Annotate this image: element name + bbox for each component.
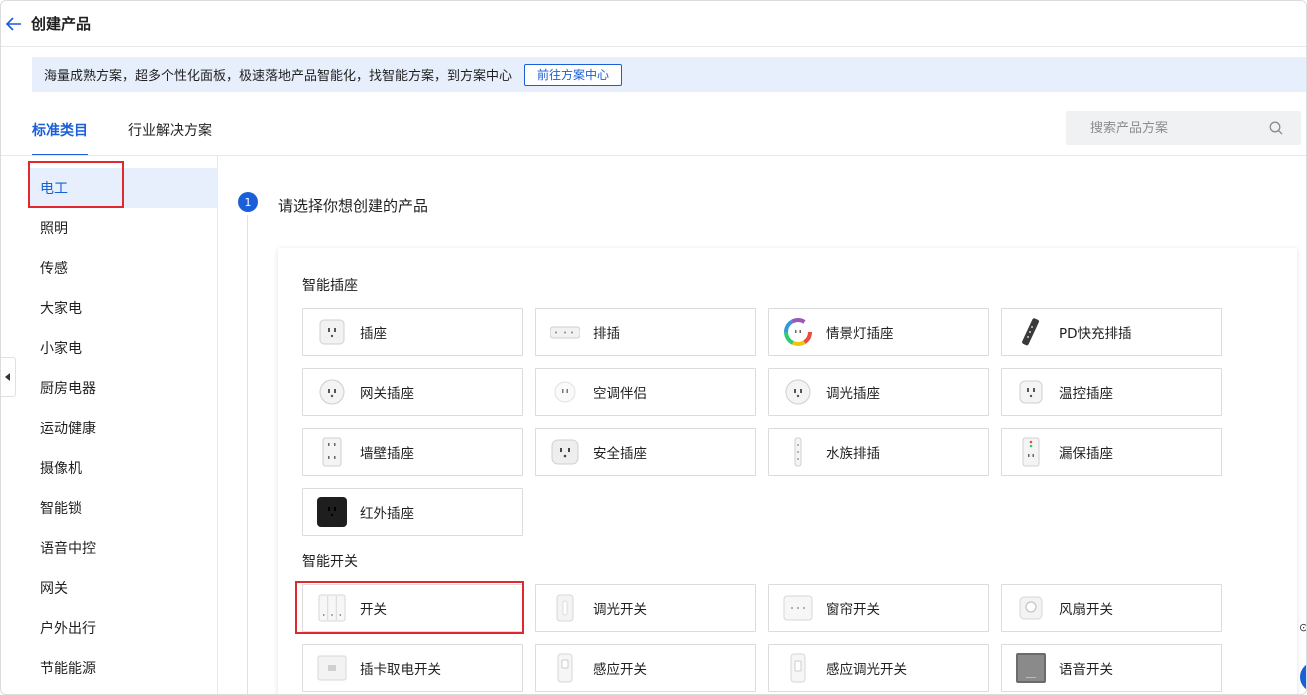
page-title: 创建产品: [31, 15, 92, 33]
product-card[interactable]: 网关插座: [302, 368, 523, 416]
app-window: 创建产品 海量成熟方案，超多个性化面板，极速落地产品智能化，找智能方案，到方案中…: [0, 0, 1307, 695]
product-card[interactable]: 风扇开关: [1001, 584, 1222, 632]
product-label: 感应调光开关: [826, 662, 907, 678]
search-input[interactable]: [1090, 120, 1270, 136]
step-connector-line: [247, 215, 248, 694]
product-label: 感应开关: [593, 662, 647, 678]
page-header: 创建产品: [1, 1, 1306, 47]
product-label: 开关: [360, 602, 387, 618]
collapse-sidebar-handle[interactable]: [1, 357, 16, 397]
product-label: 墙壁插座: [360, 446, 414, 462]
search-icon[interactable]: [1269, 120, 1283, 139]
sensor-switch-icon: [550, 653, 580, 683]
sidebar-item-3[interactable]: 大家电: [28, 288, 218, 328]
tab-standard-category[interactable]: 标准类目: [32, 111, 88, 156]
sidebar-item-5[interactable]: 厨房电器: [28, 368, 218, 408]
banner-text: 海量成熟方案，超多个性化面板，极速落地产品智能化，找智能方案，到方案中心: [44, 69, 513, 84]
sidebar-item-7[interactable]: 摄像机: [28, 448, 218, 488]
pd-strip-icon: [1016, 317, 1046, 347]
sensor-dimmer-icon: [783, 653, 813, 683]
category-tabs: 标准类目 行业解决方案: [32, 111, 252, 156]
ac-companion-icon: [550, 377, 580, 407]
curtain-switch-icon: [783, 593, 813, 623]
product-card[interactable]: PD快充排插: [1001, 308, 1222, 356]
caret-left-icon: [5, 373, 10, 381]
sidebar-item-11[interactable]: 户外出行: [28, 608, 218, 648]
product-label: 语音开关: [1059, 662, 1113, 678]
sidebar-item-6[interactable]: 运动健康: [28, 408, 218, 448]
product-label: 漏保插座: [1059, 446, 1113, 462]
sidebar-item-9[interactable]: 语音中控: [28, 528, 218, 568]
product-label: 情景灯插座: [826, 326, 894, 342]
aqua-strip-icon: [783, 437, 813, 467]
thermo-socket-icon: [1016, 377, 1046, 407]
product-card[interactable]: 温控插座: [1001, 368, 1222, 416]
product-card[interactable]: 插座: [302, 308, 523, 356]
tab-industry-solutions[interactable]: 行业解决方案: [128, 111, 212, 156]
floating-action-button[interactable]: [1300, 662, 1306, 692]
rgb-ring-icon: [783, 317, 813, 347]
product-label: 插座: [360, 326, 387, 342]
product-label: PD快充排插: [1059, 326, 1132, 342]
product-card[interactable]: 调光开关: [535, 584, 756, 632]
solution-banner: 海量成熟方案，超多个性化面板，极速落地产品智能化，找智能方案，到方案中心 前往方…: [32, 57, 1306, 92]
help-icon[interactable]: ⊙: [1299, 621, 1306, 635]
product-card[interactable]: 语音开关: [1001, 644, 1222, 692]
product-card[interactable]: 安全插座: [535, 428, 756, 476]
product-label: 安全插座: [593, 446, 647, 462]
sidebar-item-8[interactable]: 智能锁: [28, 488, 218, 528]
product-card[interactable]: 漏保插座: [1001, 428, 1222, 476]
fan-switch-icon: [1016, 593, 1046, 623]
leak-socket-icon: [1016, 437, 1046, 467]
sidebar-item-12[interactable]: 节能能源: [28, 648, 218, 688]
product-label: 风扇开关: [1059, 602, 1113, 618]
sidebar-item-4[interactable]: 小家电: [28, 328, 218, 368]
product-label: 插卡取电开关: [360, 662, 441, 678]
product-card[interactable]: 水族排插: [768, 428, 989, 476]
round-socket-icon: [317, 377, 347, 407]
voice-switch-icon: [1016, 653, 1046, 683]
product-card[interactable]: 插卡取电开关: [302, 644, 523, 692]
product-card[interactable]: 感应开关: [535, 644, 756, 692]
product-card[interactable]: 开关: [302, 584, 523, 632]
product-card[interactable]: 墙壁插座: [302, 428, 523, 476]
product-card[interactable]: 情景灯插座: [768, 308, 989, 356]
socket-icon: [317, 317, 347, 347]
product-label: 水族排插: [826, 446, 880, 462]
dimmer-switch-icon: [550, 593, 580, 623]
sidebar-item-1[interactable]: 照明: [28, 208, 218, 248]
product-label: 调光开关: [593, 602, 647, 618]
product-card[interactable]: 调光插座: [768, 368, 989, 416]
sidebar-item-10[interactable]: 网关: [28, 568, 218, 608]
product-label: 排插: [593, 326, 620, 342]
product-card[interactable]: 窗帘开关: [768, 584, 989, 632]
step-number-badge: 1: [238, 192, 258, 212]
product-card[interactable]: 空调伴侣: [535, 368, 756, 416]
power-strip-icon: [550, 317, 580, 347]
card-switch-icon: [317, 653, 347, 683]
go-solution-center-button[interactable]: 前往方案中心: [524, 63, 623, 86]
group-title: 智能插座: [302, 278, 358, 294]
product-card[interactable]: 排插: [535, 308, 756, 356]
dimmer-socket-icon: [783, 377, 813, 407]
ir-socket-icon: [317, 497, 347, 527]
product-label: 空调伴侣: [593, 386, 647, 402]
switch-icon: [317, 593, 347, 623]
sidebar-item-0[interactable]: 电工: [28, 168, 218, 208]
product-card[interactable]: 感应调光开关: [768, 644, 989, 692]
step-title: 请选择你想创建的产品: [278, 197, 429, 215]
product-label: 红外插座: [360, 506, 414, 522]
product-label: 调光插座: [826, 386, 880, 402]
group-title: 智能开关: [302, 554, 358, 570]
product-card[interactable]: 红外插座: [302, 488, 523, 536]
product-label: 窗帘开关: [826, 602, 880, 618]
sidebar-item-2[interactable]: 传感: [28, 248, 218, 288]
product-label: 温控插座: [1059, 386, 1113, 402]
back-arrow-icon[interactable]: [1, 1, 27, 47]
wall-socket-icon: [317, 437, 347, 467]
safe-socket-icon: [550, 437, 580, 467]
product-label: 网关插座: [360, 386, 414, 402]
product-search: [1066, 111, 1301, 145]
